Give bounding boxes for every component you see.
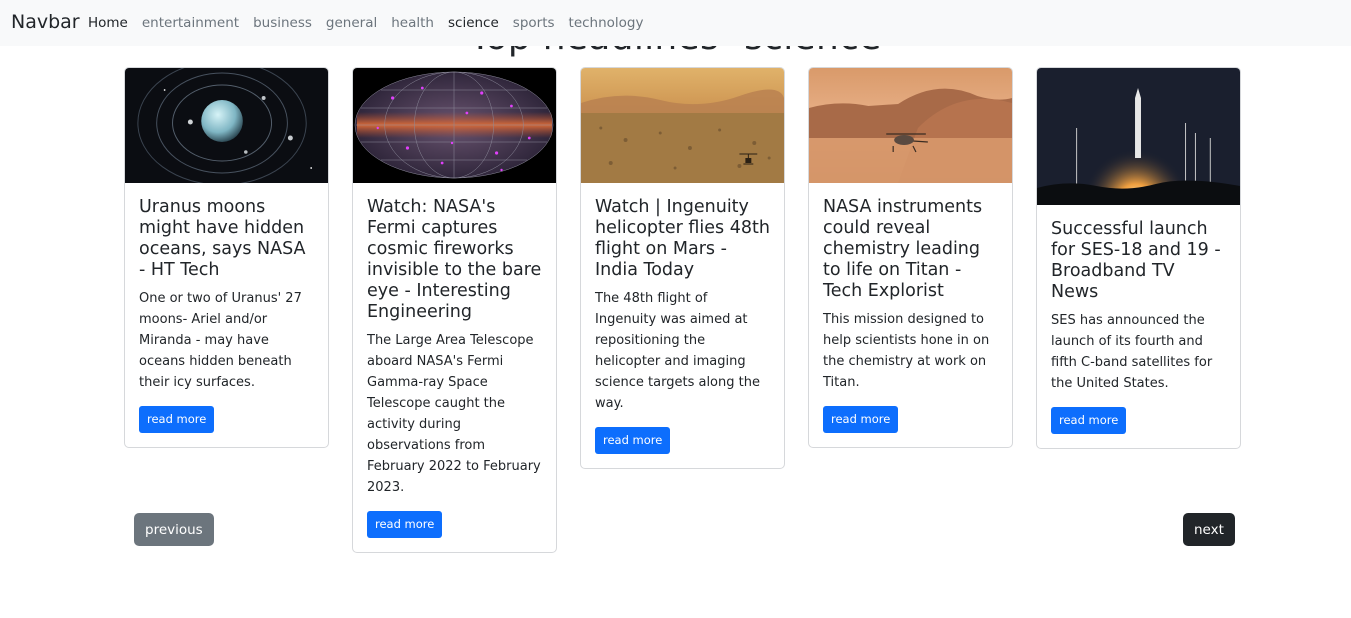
navbar-brand[interactable]: Navbar (11, 11, 80, 33)
nav-links: Home entertainment business general heal… (88, 15, 644, 31)
card-description: SES has announced the launch of its four… (1051, 313, 1213, 391)
card-description: This mission designed to help scientists… (823, 312, 990, 390)
nav-link-home[interactable]: Home (88, 15, 128, 31)
card-title: Watch | Ingenuity helicopter flies 48th … (595, 197, 770, 280)
card-title: NASA instruments could reveal chemistry … (823, 197, 983, 301)
read-more-button[interactable]: read more (1051, 407, 1127, 434)
read-more-button[interactable]: read more (823, 406, 899, 433)
read-more-button[interactable]: read more (367, 511, 443, 538)
card-title: Watch: NASA's Fermi captures cosmic fire… (367, 197, 542, 322)
card-title: Uranus moons might have hidden oceans, s… (139, 197, 306, 280)
card-description: The Large Area Telescope aboard NASA's F… (367, 333, 541, 495)
uranus-moons-image (125, 68, 328, 183)
nav-link-health[interactable]: health (391, 15, 434, 31)
navbar: Navbar Home entertainment business gener… (0, 0, 1351, 46)
card-title: Successful launch for SES-18 and 19 - Br… (1051, 219, 1221, 302)
nav-link-sports[interactable]: sports (513, 15, 555, 31)
fermi-sky-map-image (353, 68, 556, 183)
previous-button[interactable]: previous (134, 513, 214, 546)
card-description: The 48th flight of Ingenuity was aimed a… (595, 291, 760, 411)
nav-link-science[interactable]: science (448, 15, 499, 31)
news-card: NASA instruments could reveal chemistry … (808, 67, 1013, 448)
news-card: Successful launch for SES-18 and 19 - Br… (1036, 67, 1241, 449)
rocket-launch-image (1037, 68, 1240, 205)
mars-ingenuity-image (581, 68, 784, 183)
read-more-button[interactable]: read more (139, 406, 215, 433)
news-card: Watch: NASA's Fermi captures cosmic fire… (352, 67, 557, 553)
news-card: Uranus moons might have hidden oceans, s… (124, 67, 329, 448)
read-more-button[interactable]: read more (595, 427, 671, 454)
titan-dragonfly-image (809, 68, 1012, 183)
news-card: Watch | Ingenuity helicopter flies 48th … (580, 67, 785, 469)
nav-link-business[interactable]: business (253, 15, 312, 31)
nav-link-technology[interactable]: technology (569, 15, 644, 31)
nav-link-entertainment[interactable]: entertainment (142, 15, 239, 31)
nav-link-general[interactable]: general (326, 15, 377, 31)
next-button[interactable]: next (1183, 513, 1235, 546)
card-description: One or two of Uranus' 27 moons- Ariel an… (139, 291, 302, 390)
